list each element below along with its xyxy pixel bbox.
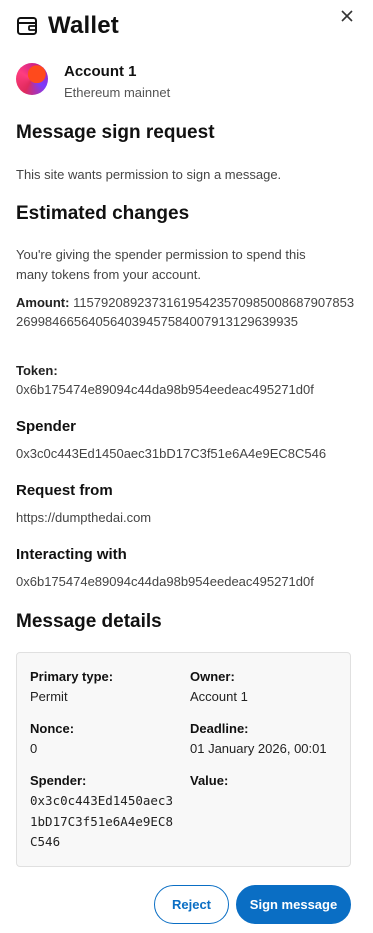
account-info: Account 1 Ethereum mainnet <box>16 62 170 104</box>
nonce-cell: Nonce: 0 <box>30 719 74 759</box>
interacting-with-value: 0x6b175474e89094c44da98b954eedeac495271d… <box>16 574 314 589</box>
details-spender-value: 0x3c0c443Ed1450aec31bD17C3f51e6A4e9EC8C5… <box>30 793 173 849</box>
sign-message-button[interactable]: Sign message <box>236 885 351 924</box>
request-from-label: Request from <box>16 482 113 499</box>
message-details-title: Message details <box>16 611 162 632</box>
primary-type-cell: Primary type: Permit <box>30 667 113 707</box>
interacting-with-label: Interacting with <box>16 546 127 563</box>
close-button[interactable] <box>335 4 359 28</box>
changes-description-line-2: many tokens from your account. <box>16 267 201 282</box>
network-name: Ethereum mainnet <box>64 85 171 100</box>
spender-value: 0x3c0c443Ed1450aec31bD17C3f51e6A4e9EC8C5… <box>16 446 327 461</box>
request-description: This site wants permission to sign a mes… <box>16 167 282 182</box>
nonce-value: 0 <box>30 741 38 756</box>
deadline-cell: Deadline: 01 January 2026, 00:01 <box>190 719 327 759</box>
changes-title: Estimated changes <box>16 203 190 224</box>
close-icon <box>341 10 353 22</box>
request-title: Message sign request <box>16 122 215 143</box>
token-value: 0x6b175474e89094c44da98b954eedeac495271d… <box>16 382 314 397</box>
primary-type-label: Primary type: <box>30 669 114 684</box>
spender-label: Spender <box>16 418 77 435</box>
owner-cell: Owner: Account 1 <box>190 667 248 707</box>
owner-value: Account 1 <box>190 689 248 704</box>
wallet-icon <box>17 17 37 35</box>
avatar <box>16 63 48 95</box>
changes-description: You're giving the spender permission to … <box>16 245 356 285</box>
request-from-value: https://dumpthedai.com <box>16 510 152 525</box>
primary-type-value: Permit <box>30 689 68 704</box>
owner-label: Owner: <box>190 669 235 684</box>
value-cell: Value: <box>190 771 228 791</box>
token-label: Token: <box>16 363 58 378</box>
reject-button[interactable]: Reject <box>154 885 229 924</box>
value-label: Value: <box>190 773 229 788</box>
changes-description-line-1: You're giving the spender permission to … <box>16 247 306 262</box>
nonce-label: Nonce: <box>30 721 75 736</box>
page-title: Wallet <box>48 12 119 39</box>
wallet-sign-panel: Wallet Account 1 Ethereum mainnet Messag… <box>0 0 373 933</box>
account-name: Account 1 <box>64 63 137 80</box>
details-spender-label: Spender: <box>30 773 87 788</box>
amount-label: Amount: <box>16 295 70 310</box>
details-spender-cell: Spender: 0x3c0c443Ed1450aec31bD17C3f51e6… <box>30 771 180 853</box>
amount-row: Amount: 11579208923731619542357098500868… <box>16 293 361 331</box>
deadline-label: Deadline: <box>190 721 249 736</box>
deadline-value: 01 January 2026, 00:01 <box>190 741 327 756</box>
panel-header: Wallet <box>16 12 119 40</box>
message-details-box: Primary type: Permit Owner: Account 1 No… <box>16 652 351 867</box>
